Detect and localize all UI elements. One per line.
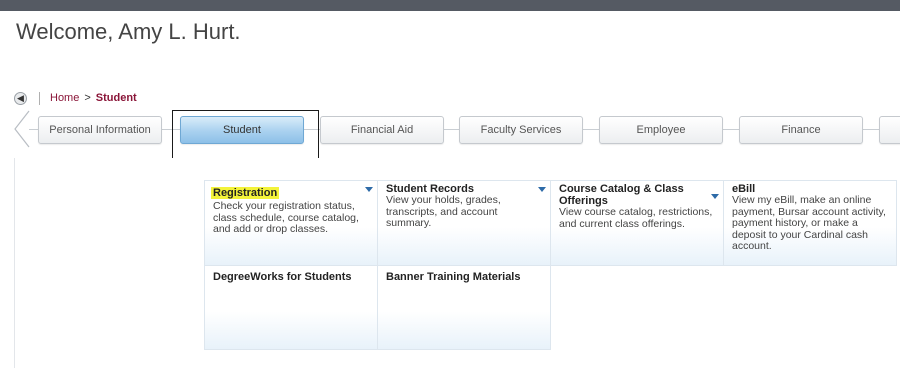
breadcrumb: ◀ Home > Student (14, 90, 137, 106)
chevron-left-icon[interactable] (12, 110, 30, 148)
welcome-message: Welcome, Amy L. Hurt. (16, 19, 241, 44)
breadcrumb-current: Student (95, 92, 137, 104)
card-registration[interactable]: Registration Check your registration sta… (204, 180, 378, 266)
tab-personal-information[interactable]: Personal Information (38, 116, 162, 144)
card-title[interactable]: Banner Training Materials (386, 271, 542, 283)
caret-down-icon[interactable] (711, 194, 719, 199)
card-title[interactable]: DegreeWorks for Students (213, 271, 369, 283)
caret-down-icon[interactable] (365, 187, 373, 192)
breadcrumb-divider (39, 91, 40, 105)
card-banner-training[interactable]: Banner Training Materials (377, 265, 551, 350)
back-arrow-icon[interactable]: ◀ (14, 91, 27, 105)
tab-employee[interactable]: Employee (599, 116, 723, 144)
card-title[interactable]: Course Catalog & Class Offerings (559, 183, 715, 207)
tab-strip: Personal Information Student Financial A… (0, 108, 900, 158)
tab-financial-aid[interactable]: Financial Aid (320, 116, 444, 144)
caret-down-icon[interactable] (538, 187, 546, 192)
tab-finance[interactable]: Finance (739, 116, 863, 144)
card-ebill[interactable]: eBill View my eBill, make an online paym… (723, 180, 897, 266)
breadcrumb-separator: > (84, 92, 91, 104)
card-course-catalog[interactable]: Course Catalog & Class Offerings View co… (550, 180, 724, 266)
breadcrumb-home-link[interactable]: Home (50, 92, 79, 104)
card-degreeworks[interactable]: DegreeWorks for Students (204, 265, 378, 350)
card-title[interactable]: Registration (211, 187, 280, 199)
card-description: View my eBill, make an online payment, B… (732, 194, 886, 252)
top-bar (0, 0, 900, 11)
tab-partial-next[interactable] (879, 116, 900, 144)
tab-student[interactable]: Student (180, 116, 304, 144)
card-description: View your holds, grades, transcripts, an… (386, 194, 501, 229)
tab-faculty-services[interactable]: Faculty Services (459, 116, 583, 144)
card-student-records[interactable]: Student Records View your holds, grades,… (377, 180, 551, 266)
card-description: Check your registration status, class sc… (213, 200, 359, 235)
card-description: View course catalog, restrictions, and c… (559, 206, 713, 230)
